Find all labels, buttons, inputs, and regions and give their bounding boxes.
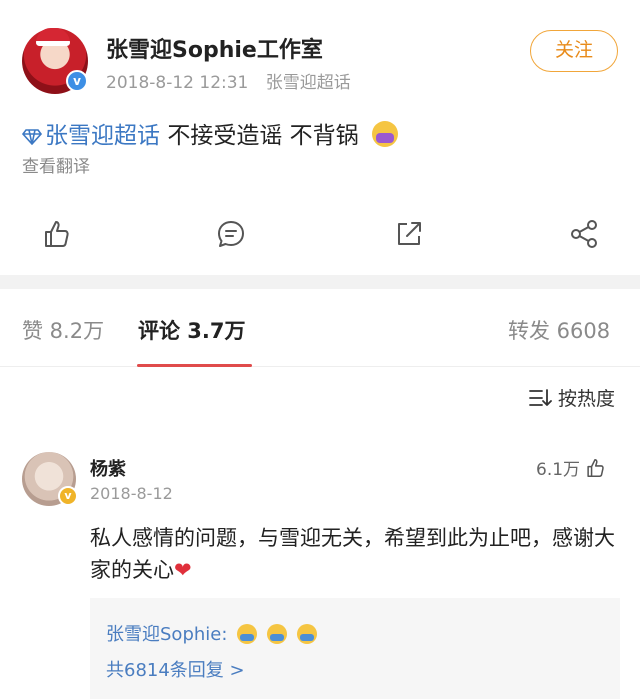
repost-icon[interactable] bbox=[393, 218, 425, 250]
reply-preview-box[interactable]: 张雪迎Sophie: 共6814条回复 > bbox=[90, 598, 620, 699]
commenter-verified-badge-icon: v bbox=[58, 486, 78, 506]
hugging-emoji-icon bbox=[266, 624, 287, 644]
comment-body: 私人感情的问题，与雪迎无关，希望到此为止吧，感谢大家的关心 bbox=[90, 526, 615, 582]
post-body: 不接受造谣 不背锅 bbox=[167, 123, 359, 149]
follow-button[interactable]: 关注 bbox=[530, 30, 618, 72]
sort-icon bbox=[529, 389, 552, 406]
tab-comments[interactable]: 评论 3.7万 bbox=[138, 315, 246, 345]
active-tab-indicator bbox=[137, 364, 252, 367]
verified-badge-icon: v bbox=[66, 70, 88, 92]
post-source[interactable]: 张雪迎超话 bbox=[266, 73, 351, 93]
view-all-replies-link[interactable]: 共6814条回复 > bbox=[106, 656, 245, 682]
diamond-icon bbox=[22, 129, 42, 145]
comment-like-button[interactable]: 6.1万 bbox=[536, 455, 606, 480]
post-meta: 2018-8-12 12:31 张雪迎超话 bbox=[106, 68, 351, 93]
weibo-post: v 张雪迎Sophie工作室 2018-8-12 12:31 张雪迎超话 关注 … bbox=[0, 0, 640, 275]
section-divider bbox=[0, 275, 640, 289]
author-name[interactable]: 张雪迎Sophie工作室 bbox=[106, 32, 323, 64]
tab-likes[interactable]: 赞 8.2万 bbox=[22, 315, 104, 345]
hugging-emoji-icon bbox=[296, 624, 317, 644]
topic-label: 张雪迎超话 bbox=[45, 123, 160, 149]
interaction-tabs: 赞 8.2万 评论 3.7万 转发 6608 bbox=[0, 289, 640, 367]
sort-by-hot-button[interactable]: 按热度 bbox=[528, 384, 615, 411]
commenter-name[interactable]: 杨紫 bbox=[90, 455, 126, 481]
post-action-bar bbox=[0, 218, 640, 252]
comment-date: 2018-8-12 bbox=[90, 484, 173, 503]
comment-icon[interactable] bbox=[215, 218, 247, 250]
post-timestamp: 2018-8-12 12:31 bbox=[106, 73, 249, 93]
post-text: 张雪迎超话 不接受造谣 不背锅 bbox=[22, 116, 398, 150]
comment-text: 私人感情的问题，与雪迎无关，希望到此为止吧，感谢大家的关心❤ bbox=[90, 522, 620, 586]
red-heart-emoji-icon: ❤ bbox=[174, 558, 192, 582]
sort-label: 按热度 bbox=[558, 388, 616, 410]
thumbs-up-icon bbox=[587, 458, 604, 478]
share-icon[interactable] bbox=[568, 218, 600, 250]
topic-link[interactable]: 张雪迎超话 bbox=[22, 123, 167, 149]
hugging-emoji-icon bbox=[237, 624, 258, 644]
tab-reposts[interactable]: 转发 6608 bbox=[508, 315, 610, 345]
reply-preview: 张雪迎Sophie: bbox=[106, 620, 317, 646]
comment-like-count: 6.1万 bbox=[536, 460, 581, 480]
santa-hat-decoration bbox=[36, 28, 70, 46]
woman-gesturing-no-emoji-icon bbox=[371, 121, 398, 147]
reply-author[interactable]: 张雪迎Sophie: bbox=[106, 624, 227, 645]
like-icon[interactable] bbox=[40, 218, 72, 250]
translate-link[interactable]: 查看翻译 bbox=[22, 152, 90, 177]
